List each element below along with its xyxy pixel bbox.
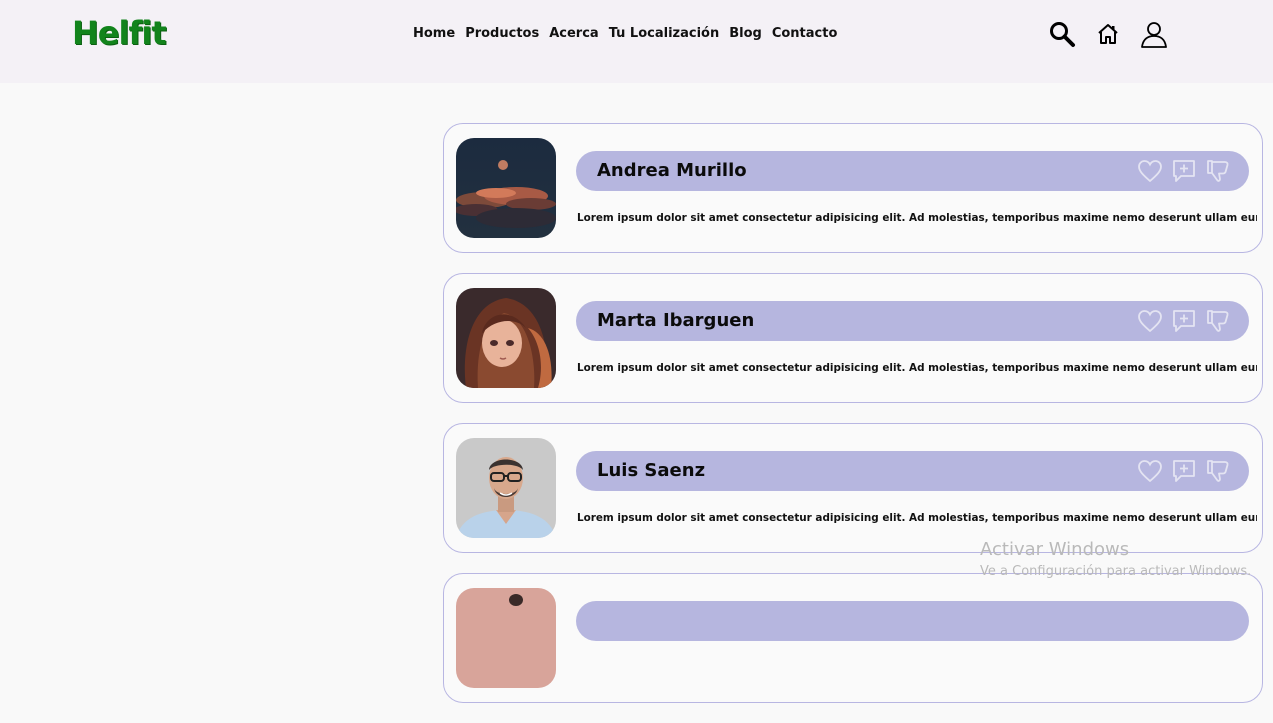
nav-acerca[interactable]: Acerca: [549, 26, 598, 41]
partial-image: [456, 588, 556, 688]
author-name: Andrea Murillo: [597, 160, 747, 181]
post-actions: [1137, 458, 1231, 484]
moon-clouds-image: [456, 138, 556, 238]
post-card: Luis Saenz Lorem ipsum dolor sit amet co…: [443, 423, 1263, 553]
nav-localizacion[interactable]: Tu Localización: [609, 26, 720, 41]
name-bar: Andrea Murillo: [576, 151, 1249, 191]
site-header: Helfit Home Productos Acerca Tu Localiza…: [0, 0, 1273, 83]
user-icon[interactable]: [1138, 18, 1170, 50]
post-text: Lorem ipsum dolor sit amet consectetur a…: [577, 512, 1257, 524]
nav-contacto[interactable]: Contacto: [772, 26, 838, 41]
heart-icon[interactable]: [1137, 308, 1163, 334]
main-nav: Home Productos Acerca Tu Localización Bl…: [413, 26, 837, 41]
comment-add-icon[interactable]: [1171, 308, 1197, 334]
heart-icon[interactable]: [1137, 458, 1163, 484]
heart-icon[interactable]: [1137, 158, 1163, 184]
nav-home[interactable]: Home: [413, 26, 455, 41]
author-name: Luis Saenz: [597, 460, 706, 481]
post-actions: [1137, 308, 1231, 334]
post-card: Marta Ibarguen Lorem ipsum dolor sit ame…: [443, 273, 1263, 403]
anime-girl-image: [456, 288, 556, 388]
author-name: Marta Ibarguen: [597, 310, 755, 331]
logo[interactable]: Helfit: [72, 14, 167, 52]
header-actions: [1046, 18, 1170, 50]
comment-add-icon[interactable]: [1171, 158, 1197, 184]
name-bar: Marta Ibarguen: [576, 301, 1249, 341]
post-actions: [1137, 158, 1231, 184]
thumbs-down-icon[interactable]: [1205, 458, 1231, 484]
nav-blog[interactable]: Blog: [729, 26, 762, 41]
man-portrait-image: [456, 438, 556, 538]
thumbs-down-icon[interactable]: [1205, 308, 1231, 334]
name-bar: [576, 601, 1249, 641]
post-card: [443, 573, 1263, 703]
posts-list: Andrea Murillo Lorem ipsum dolor sit ame…: [443, 123, 1263, 723]
post-card: Andrea Murillo Lorem ipsum dolor sit ame…: [443, 123, 1263, 253]
comment-add-icon[interactable]: [1171, 458, 1197, 484]
search-icon[interactable]: [1046, 18, 1078, 50]
home-icon[interactable]: [1092, 18, 1124, 50]
post-text: Lorem ipsum dolor sit amet consectetur a…: [577, 362, 1257, 374]
nav-productos[interactable]: Productos: [465, 26, 539, 41]
name-bar: Luis Saenz: [576, 451, 1249, 491]
thumbs-down-icon[interactable]: [1205, 158, 1231, 184]
post-text: Lorem ipsum dolor sit amet consectetur a…: [577, 212, 1257, 224]
